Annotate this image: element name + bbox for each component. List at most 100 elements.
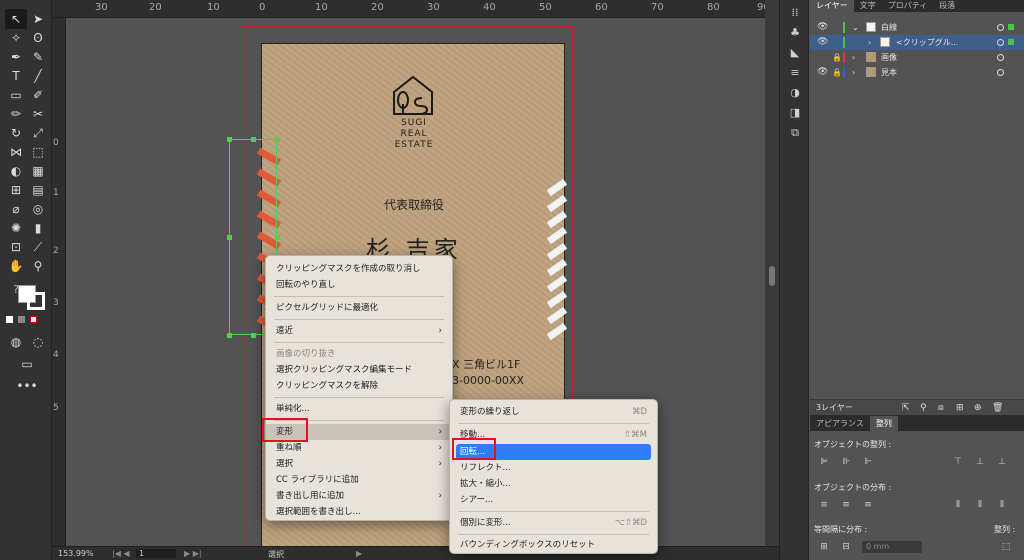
menu-item-transform-again[interactable]: 変形の繰り返し ⌘D xyxy=(450,404,657,420)
scissors-tool-icon[interactable]: ✂ xyxy=(27,104,49,124)
tab-appearance[interactable]: アピアランス xyxy=(810,416,870,431)
layer-name[interactable]: <クリップグル... xyxy=(896,35,958,50)
gradient-mode-icon[interactable] xyxy=(18,316,25,323)
menu-item-scale[interactable]: 拡大・縮小... xyxy=(450,476,657,492)
stroke-icon[interactable]: ≡ xyxy=(788,66,802,80)
zoom-level[interactable]: 153.99% xyxy=(58,549,94,558)
pen-tool-icon[interactable]: ✒ xyxy=(5,47,27,67)
menu-item-export-selection[interactable]: 選択範囲を書き出し... xyxy=(266,504,452,520)
distribute-bottom-icon[interactable]: ≡ xyxy=(862,499,874,511)
width-tool-icon[interactable]: ⋈ xyxy=(5,142,27,162)
stroke-swatch[interactable] xyxy=(27,292,45,310)
appearance-icon[interactable]: ◑ xyxy=(788,86,802,100)
new-sublayer-icon[interactable]: ⊞ xyxy=(956,400,964,416)
tab-layers[interactable]: レイヤー xyxy=(810,0,854,12)
brushes-icon[interactable]: ◣ xyxy=(788,46,802,60)
status-arrow-icon[interactable]: ▶ xyxy=(356,549,362,558)
symbol-sprayer-tool-icon[interactable]: ✺ xyxy=(5,218,27,238)
vertical-scrollbar[interactable] xyxy=(765,0,779,546)
eyedropper-tool-icon[interactable]: ⌀ xyxy=(5,199,27,219)
menu-item-add-export[interactable]: 書き出し用に追加 › xyxy=(266,488,452,504)
type-tool-icon[interactable]: T xyxy=(5,66,27,86)
align-right-icon[interactable]: ⊩ xyxy=(862,456,874,468)
target-circle-icon[interactable] xyxy=(997,69,1004,76)
export-icon[interactable]: ⇱ xyxy=(902,400,910,416)
spacing-horizontal-icon[interactable]: ⊟ xyxy=(840,541,852,553)
selection-tool-icon[interactable]: ↖ xyxy=(5,9,27,29)
layer-row[interactable]: 👁 ⌄ 白線 xyxy=(810,20,1024,35)
target-circle-icon[interactable] xyxy=(997,54,1004,61)
resize-handle[interactable] xyxy=(275,137,280,142)
menu-item-release-clip-mask[interactable]: クリッピングマスクを解除 xyxy=(266,378,452,394)
none-mode-icon[interactable] xyxy=(30,316,37,323)
menu-item-reset-bounding-box[interactable]: バウンディングボックスのリセット xyxy=(450,537,657,553)
color-mode-icon[interactable] xyxy=(6,316,13,323)
tab-properties[interactable]: プロパティ xyxy=(882,0,934,12)
layer-name[interactable]: 画像 xyxy=(881,50,897,65)
draw-mode-icon[interactable]: ◍ xyxy=(5,332,27,352)
visibility-eye-icon[interactable]: 👁 xyxy=(817,65,828,80)
artboard-number[interactable]: 1 xyxy=(136,549,176,558)
resize-handle[interactable] xyxy=(251,333,256,338)
line-tool-icon[interactable]: ╱ xyxy=(27,66,49,86)
grid-icon[interactable]: ⁞⁞ xyxy=(788,6,802,20)
menu-item-select[interactable]: 選択 › xyxy=(266,456,452,472)
resize-handle[interactable] xyxy=(227,235,232,240)
resize-handle[interactable] xyxy=(275,235,280,240)
gradient-tool-icon[interactable]: ▤ xyxy=(27,180,49,200)
mesh-tool-icon[interactable]: ⊞ xyxy=(5,180,27,200)
visibility-eye-icon[interactable]: 👁 xyxy=(817,35,828,50)
change-screen-mode-icon[interactable]: ▭ xyxy=(16,354,38,374)
nav-first-icon[interactable]: |◀ ◀ xyxy=(112,549,130,558)
align-to-dropdown-icon[interactable]: ⬚ xyxy=(1000,541,1012,553)
swatches-icon[interactable]: ♣ xyxy=(788,26,802,40)
menu-item-simplify[interactable]: 単純化... xyxy=(266,401,452,417)
menu-item-perspective[interactable]: 遠近 › xyxy=(266,323,452,339)
menu-item-release-clip-undo[interactable]: クリッピングマスクを作成の取り消し xyxy=(266,261,452,277)
tab-align[interactable]: 整列 xyxy=(869,416,898,431)
shaper-tool-icon[interactable]: ✏ xyxy=(5,104,27,124)
direct-selection-tool-icon[interactable]: ➤ xyxy=(27,9,49,29)
menu-item-edit-clip-mask[interactable]: 選択クリッピングマスク編集モード xyxy=(266,362,452,378)
distribute-vcenter-icon[interactable]: ≡ xyxy=(840,499,852,511)
distribute-right-icon[interactable]: ⫴ xyxy=(996,499,1008,511)
curvature-tool-icon[interactable]: ✎ xyxy=(27,47,49,67)
menu-item-reflect[interactable]: リフレクト... xyxy=(450,460,657,476)
resize-handle[interactable] xyxy=(251,137,256,142)
layer-name[interactable]: 白線 xyxy=(881,20,897,35)
menu-item-redo-rotate[interactable]: 回転のやり直し xyxy=(266,277,452,293)
lock-icon[interactable]: 🔒 xyxy=(832,50,842,65)
align-bottom-icon[interactable]: ⊥ xyxy=(996,456,1008,468)
new-layer-icon[interactable]: ⊕ xyxy=(974,400,982,416)
magic-wand-tool-icon[interactable]: ✧ xyxy=(5,28,27,48)
layer-row[interactable]: 🔒 › 画像 xyxy=(810,50,1024,65)
slice-tool-icon[interactable]: ⟋ xyxy=(27,237,49,257)
layer-row[interactable]: 👁 🔒 › 見本 xyxy=(810,65,1024,80)
menu-item-transform-each[interactable]: 個別に変形... ⌥⇧⌘D xyxy=(450,515,657,531)
selection-square-icon[interactable] xyxy=(1008,39,1014,45)
expand-chevron-icon[interactable]: › xyxy=(868,35,871,50)
resize-handle[interactable] xyxy=(227,137,232,142)
selection-square-icon[interactable] xyxy=(1008,24,1014,30)
clipping-mask-icon[interactable]: ⧈ xyxy=(938,400,944,416)
align-hcenter-icon[interactable]: ⊪ xyxy=(840,456,852,468)
layer-name[interactable]: 見本 xyxy=(881,65,897,80)
tab-character[interactable]: 文字 xyxy=(854,0,882,12)
menu-item-add-cc-library[interactable]: CC ライブラリに追加 xyxy=(266,472,452,488)
distribute-hcenter-icon[interactable]: ⫴ xyxy=(974,499,986,511)
artboard-tool-icon[interactable]: ⊡ xyxy=(5,237,27,257)
delete-layer-icon[interactable]: 🗑 xyxy=(992,400,1003,416)
zoom-tool-icon[interactable]: ⚲ xyxy=(27,256,49,276)
nav-next-icon[interactable]: ▶ ▶| xyxy=(184,549,202,558)
expand-chevron-icon[interactable]: ⌄ xyxy=(852,20,859,35)
align-left-icon[interactable]: ⊫ xyxy=(818,456,830,468)
menu-item-pixel-grid[interactable]: ピクセルグリッドに最適化 xyxy=(266,300,452,316)
target-circle-icon[interactable] xyxy=(997,39,1004,46)
expand-chevron-icon[interactable]: › xyxy=(852,50,855,65)
transparency-icon[interactable]: ◨ xyxy=(788,106,802,120)
menu-item-shear[interactable]: シアー... xyxy=(450,492,657,508)
resize-handle[interactable] xyxy=(227,333,232,338)
blend-tool-icon[interactable]: ◎ xyxy=(27,199,49,219)
paintbrush-tool-icon[interactable]: ✐ xyxy=(27,85,49,105)
shape-builder-tool-icon[interactable]: ◐ xyxy=(5,161,27,181)
